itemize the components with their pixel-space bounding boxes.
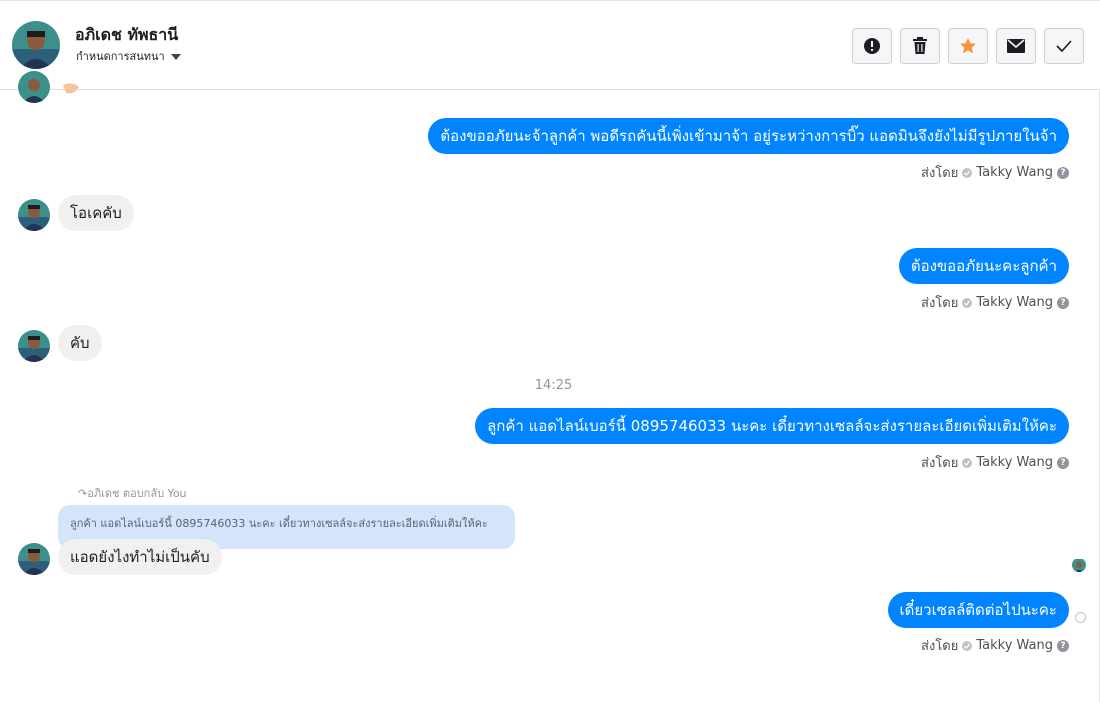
help-icon[interactable]: ? (1057, 296, 1069, 309)
help-icon[interactable]: ? (1057, 166, 1069, 179)
incoming-message[interactable]: แอดยังไงทำไม่เป็นคับ (58, 539, 222, 575)
sent-by-row: ส่งโดย Takky Wang ? (921, 452, 1069, 473)
sent-by-row: ส่งโดย Takky Wang ? (921, 162, 1069, 183)
contact-avatar-small (18, 71, 50, 103)
sender-name[interactable]: Takky Wang (976, 165, 1053, 180)
sent-by-label: ส่งโดย (921, 166, 959, 181)
sent-check-icon (962, 297, 973, 308)
mark-done-button[interactable] (1044, 28, 1084, 64)
sent-status-icon (1075, 612, 1086, 623)
read-receipt-avatar (1072, 558, 1086, 572)
thumbs-up-icon (60, 83, 82, 103)
incoming-message[interactable]: โอเคคับ (58, 195, 134, 231)
help-icon[interactable]: ? (1057, 456, 1069, 469)
reply-label: ↷อภิเดช ตอบกลับ You (78, 487, 187, 500)
incoming-message[interactable]: คับ (58, 325, 102, 361)
star-button[interactable] (948, 28, 988, 64)
outgoing-message[interactable]: ต้องขออภัยนะจ้าลูกค้า พอดีรถคันนี้เพิ่งเ… (428, 118, 1069, 154)
sent-by-row: ส่งโดย Takky Wang ? (921, 635, 1069, 656)
sent-check-icon (962, 167, 973, 178)
sent-by-row: ส่งโดย Takky Wang ? (921, 292, 1069, 313)
message-thread[interactable]: ต้องขออภัยนะจ้าลูกค้า พอดีรถคันนี้เพิ่งเ… (0, 71, 1100, 702)
check-icon (1056, 40, 1072, 52)
delete-button[interactable] (900, 28, 940, 64)
report-button[interactable] (852, 28, 892, 64)
conversation-settings-dropdown[interactable]: กำหนดการสนทนา (76, 47, 181, 65)
star-icon (960, 38, 976, 54)
sent-by-label: ส่งโดย (921, 456, 959, 471)
mark-unread-button[interactable] (996, 28, 1036, 64)
contact-avatar-small (18, 543, 50, 575)
conversation-header: อภิเดช ทัพธานี กำหนดการสนทนา (0, 0, 1100, 90)
trash-icon (913, 37, 927, 54)
sender-name[interactable]: Takky Wang (976, 638, 1053, 653)
alert-icon (864, 38, 880, 54)
sent-check-icon (962, 457, 973, 468)
sent-check-icon (962, 640, 973, 651)
outgoing-message[interactable]: ต้องขออภัยนะคะลูกค้า (898, 248, 1069, 284)
conversation-settings-label: กำหนดการสนทนา (76, 50, 165, 63)
sent-by-label: ส่งโดย (921, 639, 959, 654)
contact-avatar[interactable] (12, 21, 60, 69)
header-actions (852, 28, 1084, 64)
envelope-icon (1007, 39, 1025, 53)
contact-avatar-small (18, 330, 50, 362)
sender-name[interactable]: Takky Wang (976, 295, 1053, 310)
caret-down-icon (170, 53, 181, 60)
help-icon[interactable]: ? (1057, 639, 1069, 652)
outgoing-message[interactable]: เดี๋ยวเซลล์ติดต่อไปนะคะ (887, 592, 1069, 628)
sent-by-label: ส่งโดย (921, 296, 959, 311)
sender-name[interactable]: Takky Wang (976, 455, 1053, 470)
outgoing-message[interactable]: ลูกค้า แอดไลน์เบอร์นี้ 0895746033 นะคะ เ… (475, 408, 1069, 444)
contact-name[interactable]: อภิเดช ทัพธานี (75, 23, 178, 48)
contact-avatar-small (18, 199, 50, 231)
reply-arrow-icon: ↷ (78, 487, 88, 500)
timestamp-separator: 14:25 (534, 378, 573, 393)
